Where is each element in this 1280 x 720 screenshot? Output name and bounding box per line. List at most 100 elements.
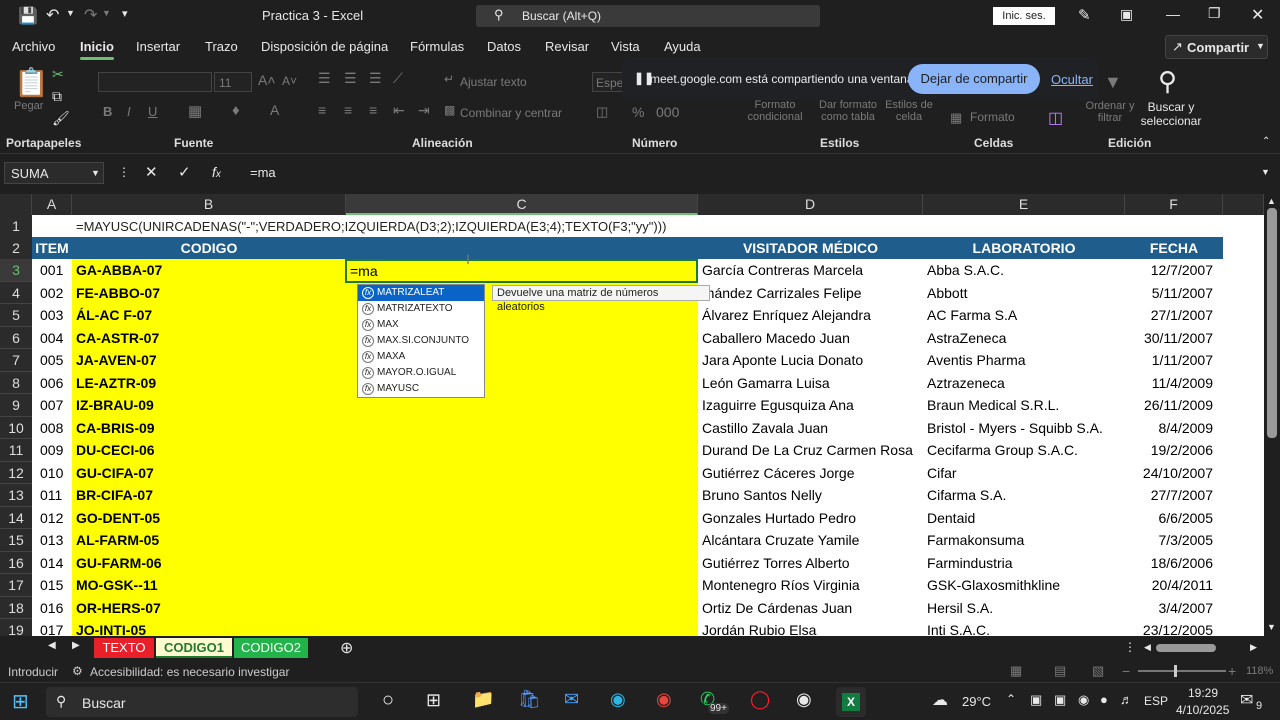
row-header[interactable]: 10	[0, 416, 32, 439]
fecha-cell[interactable]: 18/6/2006	[1125, 552, 1213, 575]
item-cell[interactable]: 006	[40, 372, 72, 395]
currency-icon[interactable]: ◫	[596, 104, 608, 120]
add-sheet-icon[interactable]: ⊕	[340, 638, 353, 658]
codigo-cell[interactable]: JA-AVEN-07	[76, 349, 344, 372]
align-center-icon[interactable]: ≡	[344, 102, 352, 118]
merge-icon[interactable]: ▩	[444, 103, 455, 117]
codigo-cell[interactable]: GU-CIFA-07	[76, 462, 344, 485]
cut-icon[interactable]: ✂	[52, 66, 64, 83]
visitador-cell[interactable]: Durand De La Cruz Carmen Rosa	[702, 439, 922, 462]
item-cell[interactable]: 005	[40, 349, 72, 372]
clear-icon[interactable]: ◫	[1048, 108, 1063, 128]
visitador-cell[interactable]: Alcántara Cruzate Yamile	[702, 529, 922, 552]
next-sheet-icon[interactable]: ▶	[72, 640, 80, 651]
item-cell[interactable]: 010	[40, 462, 72, 485]
align-left-icon[interactable]: ≡	[318, 102, 326, 118]
codigo-cell[interactable]: IZ-BRAU-09	[76, 394, 344, 417]
increase-indent-icon[interactable]: ⇥	[418, 102, 430, 119]
tab-inicio[interactable]: Inicio	[80, 39, 114, 60]
column-header-f[interactable]: F	[1125, 194, 1223, 215]
excel-taskbar-icon[interactable]: X	[836, 687, 866, 717]
laboratorio-cell[interactable]: Cecifarma Group S.A.C.	[927, 439, 1125, 462]
tab-trazo[interactable]: Trazo	[205, 39, 238, 54]
header-laboratorio[interactable]: LABORATORIO	[923, 237, 1125, 259]
laboratorio-cell[interactable]: Abba S.A.C.	[927, 259, 1125, 282]
undo-icon[interactable]: ↶	[46, 5, 59, 25]
row-header[interactable]: 4	[0, 281, 32, 304]
row-header[interactable]: 16	[0, 551, 32, 574]
laboratorio-cell[interactable]: Braun Medical S.R.L.	[927, 394, 1125, 417]
column-header-b[interactable]: B	[72, 194, 346, 215]
fecha-cell[interactable]: 23/12/2005	[1125, 619, 1213, 636]
tab-revisar[interactable]: Revisar	[545, 39, 589, 54]
share-button[interactable]: ↗ Compartir ▼	[1165, 35, 1268, 59]
cell-styles-button[interactable]: Estilos de celda	[884, 99, 934, 123]
row-header[interactable]: 14	[0, 506, 32, 529]
name-box[interactable]: SUMA ▼	[4, 162, 104, 184]
codigo-cell[interactable]: CA-ASTR-07	[76, 327, 344, 350]
wrap-text-icon[interactable]: ↵	[444, 72, 454, 86]
ribbon-display-icon[interactable]: ▣	[1120, 6, 1133, 23]
orientation-icon[interactable]: ⟋	[393, 70, 403, 87]
scroll-right-icon[interactable]: ▶	[1250, 642, 1257, 653]
codigo-cell[interactable]: DU-CECI-06	[76, 439, 344, 462]
taskbar-search[interactable]: ⚲ Buscar	[46, 687, 358, 717]
sign-in-button[interactable]: Inic. ses.	[993, 7, 1055, 25]
customize-toolbar-icon[interactable]: ▾	[122, 7, 128, 20]
laboratorio-cell[interactable]: Bristol - Myers - Squibb S.A.	[927, 417, 1125, 440]
laboratorio-cell[interactable]: Cifarma S.A.	[927, 484, 1125, 507]
clock-date[interactable]: 4/10/2025	[1176, 703, 1229, 717]
weather-temp[interactable]: 29°C	[962, 694, 991, 709]
accessibility-status[interactable]: Accesibilidad: es necesario investigar	[90, 665, 289, 679]
fecha-cell[interactable]: 20/4/2011	[1125, 574, 1213, 597]
codigo-cell[interactable]: ÁL-AC F-07	[76, 304, 344, 327]
grow-font-icon[interactable]: A˄	[258, 72, 276, 88]
item-cell[interactable]: 013	[40, 529, 72, 552]
laboratorio-cell[interactable]: AstraZeneca	[927, 327, 1125, 350]
header-c-blank[interactable]	[346, 237, 698, 259]
codigo-cell[interactable]: CA-BRIS-09	[76, 417, 344, 440]
obs-icon[interactable]: ◉	[796, 689, 812, 710]
codigo-cell[interactable]: BR-CIFA-07	[76, 484, 344, 507]
meet-icon[interactable]: ▣	[1054, 692, 1066, 708]
close-icon[interactable]: ✕	[1251, 5, 1264, 25]
italic-icon[interactable]: I	[127, 104, 131, 119]
laboratorio-cell[interactable]: Aventis Pharma	[927, 349, 1125, 372]
page-break-icon[interactable]: ▧	[1092, 663, 1104, 679]
codigo-cell[interactable]: GU-FARM-06	[76, 552, 344, 575]
codigo-cell[interactable]: GO-DENT-05	[76, 507, 344, 530]
item-cell[interactable]: 015	[40, 574, 72, 597]
opera-icon[interactable]: ◯	[750, 689, 770, 710]
hide-banner-link[interactable]: Ocultar	[1051, 72, 1093, 87]
item-cell[interactable]: 003	[40, 304, 72, 327]
laboratorio-cell[interactable]: Aztrazeneca	[927, 372, 1125, 395]
align-top-icon[interactable]: ☰	[318, 70, 331, 87]
save-icon[interactable]: 💾	[18, 6, 38, 26]
tab-archivo[interactable]: Archivo	[12, 39, 55, 54]
cancel-icon[interactable]: ✕	[145, 163, 158, 181]
laboratorio-cell[interactable]: Farmindustria	[927, 552, 1125, 575]
header-visitador[interactable]: VISITADOR MÉDICO	[698, 237, 923, 259]
item-cell[interactable]: 014	[40, 552, 72, 575]
minimize-icon[interactable]: —	[1166, 6, 1180, 22]
column-header-c[interactable]: C	[346, 194, 698, 215]
expand-formula-icon[interactable]: ▼	[1261, 167, 1270, 177]
tray-chevron-icon[interactable]: ⌃	[1006, 692, 1016, 706]
zoom-in-icon[interactable]: +	[1228, 663, 1236, 679]
language-indicator[interactable]: ESP	[1144, 694, 1168, 708]
zoom-slider-thumb[interactable]	[1174, 665, 1177, 677]
codigo-cell[interactable]: JO-INTI-05	[76, 619, 344, 636]
header-fecha[interactable]: FECHA	[1125, 237, 1223, 259]
prev-sheet-icon[interactable]: ◀	[48, 640, 56, 651]
row-header[interactable]: 18	[0, 596, 32, 619]
autocomplete-item[interactable]: fx MAX	[358, 317, 484, 333]
task-view-icon[interactable]: ⊞	[426, 690, 441, 711]
active-cell-c3[interactable]: =ma	[345, 259, 698, 283]
codigo-cell[interactable]: GA-ABBA-07	[76, 259, 344, 282]
codigo-cell[interactable]: LE-AZTR-09	[76, 372, 344, 395]
tab-formulas[interactable]: Fórmulas	[410, 39, 464, 54]
sort-filter-label[interactable]: Ordenar y filtrar	[1080, 100, 1140, 124]
format-cells-label[interactable]: Formato	[970, 110, 1015, 124]
fill-color-icon[interactable]: ♦	[232, 102, 240, 119]
codigo-cell[interactable]: OR-HERS-07	[76, 597, 344, 620]
